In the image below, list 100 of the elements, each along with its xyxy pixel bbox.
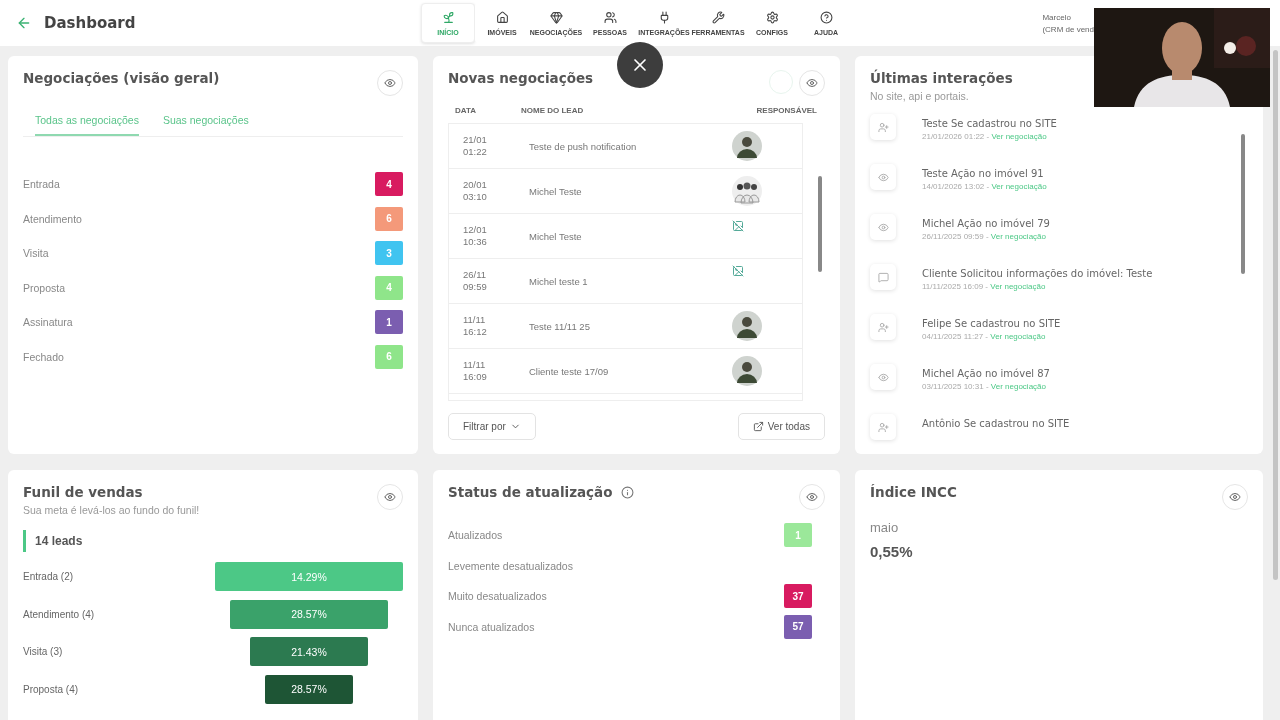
funnel-label: Visita (3) <box>23 646 63 658</box>
interaction-title: Teste Se cadastrou no SITE <box>922 118 1057 129</box>
count-badge: 4 <box>375 275 403 300</box>
interaction-title: Antônio Se cadastrou no SITE <box>922 418 1070 429</box>
card-title: Funil de vendas <box>23 484 144 500</box>
funnel-bar: 28.57% <box>265 674 353 704</box>
interaction-date: 14/01/2026 13:02 <box>922 182 985 191</box>
tools-icon <box>711 10 725 24</box>
interaction-date: 04/11/2025 11:27 <box>922 332 984 341</box>
incc-value: 0,55% <box>870 543 914 560</box>
broken-image-icon <box>732 220 744 232</box>
status-label: Muito desatualizados <box>448 590 547 603</box>
stage-label: Atendimento <box>23 212 82 225</box>
incc-month: maio <box>870 520 900 535</box>
status-label: Levemente desatualizados <box>448 559 573 572</box>
column-header: RESPONSÁVEL <box>755 106 817 115</box>
eye-icon <box>384 491 396 503</box>
lead-name-cell-text: Michel Teste <box>529 230 583 242</box>
visibility-button[interactable] <box>377 70 403 96</box>
visibility-button[interactable] <box>1222 484 1248 510</box>
separator: - <box>985 232 989 241</box>
visibility-button[interactable] <box>799 70 825 96</box>
eye-icon <box>384 77 396 89</box>
info-icon[interactable] <box>620 485 634 499</box>
settings-icon <box>765 10 779 24</box>
date-cell-text: 11/11 16:12 <box>463 314 488 338</box>
separator: - <box>985 332 988 341</box>
card-title: Índice INCC <box>870 484 957 500</box>
avatar-icon <box>732 131 762 161</box>
interaction-date: 26/11/2025 09:59 <box>922 232 984 241</box>
interaction-title: Michel Ação no imóvel 87 <box>922 368 1050 379</box>
avatar-icon <box>732 311 762 341</box>
eye-icon <box>1229 491 1241 503</box>
stage-label: Entrada <box>23 178 60 191</box>
stage-label: Fechado <box>23 350 64 363</box>
stage-label: Visita <box>23 247 49 260</box>
interaction-title: Felipe Se cadastrou no SITE <box>922 318 1061 329</box>
scrollbar[interactable] <box>1241 134 1245 274</box>
interaction-title: Teste Ação no imóvel 91 <box>922 168 1045 179</box>
funnel-bar: 21.43% <box>250 637 368 667</box>
scrollbar[interactable] <box>818 176 822 272</box>
card-title: Status de atualização <box>448 484 613 500</box>
interaction-date: 03/11/2025 10:31 <box>922 382 984 391</box>
count-badge: 1 <box>375 310 403 335</box>
count-badge: 6 <box>375 344 403 369</box>
status-label: Nunca atualizados <box>448 620 535 633</box>
count-badge: 37 <box>784 584 812 609</box>
lead-name-cell-text: Cliente teste 17/09 <box>529 365 610 377</box>
eye-icon <box>806 77 818 89</box>
date-cell-text: 12/01 10:36 <box>463 224 488 248</box>
house-icon <box>495 10 509 24</box>
separator: - <box>986 132 990 141</box>
date-cell-text: 20/01 03:10 <box>463 179 488 203</box>
external-link-icon <box>752 421 764 432</box>
separator: - <box>986 182 990 191</box>
people-icon <box>603 10 617 24</box>
card-subtitle: No site, api e portais. <box>870 90 970 102</box>
count-badge: 3 <box>375 241 403 266</box>
funnel-bar: 14.29% <box>215 562 403 592</box>
help-icon <box>819 10 833 24</box>
back-button[interactable]: Dashboard <box>16 14 416 32</box>
date-cell-text: 21/01 01:22 <box>463 134 488 158</box>
user-name: Marcelo <box>1042 12 1072 22</box>
lead-name-cell-text: Teste de push notification <box>529 140 638 152</box>
status-label: Atualizados <box>448 529 503 542</box>
filter-button[interactable]: Filtrar por <box>448 413 536 440</box>
separator: - <box>985 282 988 291</box>
funnel-label: Atendimento (4) <box>23 608 95 620</box>
stage-label: Assinatura <box>23 316 73 329</box>
view-all-button[interactable]: Ver todas <box>737 413 825 440</box>
visibility-button[interactable] <box>377 484 403 510</box>
card-title: Novas negociações <box>448 70 594 86</box>
card-subtitle: Sua meta é levá-los ao fundo do funil! <box>23 504 200 516</box>
count-badge: 4 <box>375 172 403 197</box>
lead-name-cell-text: Michel teste 1 <box>529 275 589 287</box>
date-cell-text: 11/11 16:09 <box>463 359 488 383</box>
funnel-bar: 28.57% <box>230 599 388 629</box>
card-title: Negociações (visão geral) <box>23 70 220 86</box>
interaction-title: Michel Ação no imóvel 79 <box>922 218 1050 229</box>
page-scrollbar[interactable] <box>1273 50 1278 580</box>
sprout-icon <box>441 10 455 24</box>
funnel-label: Proposta (4) <box>23 683 79 695</box>
card-title: Últimas interações <box>870 70 1014 86</box>
stage-label: Proposta <box>23 281 66 294</box>
column-header: NOME DO LEAD <box>521 106 585 115</box>
interaction-date: 11/11/2025 16:09 <box>922 282 984 291</box>
eye-icon <box>806 491 818 503</box>
group-avatar-icon <box>732 176 762 206</box>
separator: - <box>985 382 989 391</box>
leads-total: 14 leads <box>23 530 403 552</box>
count-badge: 1 <box>784 523 812 548</box>
count-badge: 6 <box>375 206 403 231</box>
diamond-icon <box>549 10 563 24</box>
user-role: (CRM de vend <box>1042 24 1094 34</box>
visibility-button[interactable] <box>799 484 825 510</box>
avatar-icon <box>732 356 762 386</box>
lead-name-cell-text: Teste 11/11 25 <box>529 320 591 332</box>
lead-name-cell-text: Michel Teste <box>529 185 583 197</box>
interaction-title: Cliente Solicitou informações do imóvel: Teste <box>922 268 1153 279</box>
interaction-date: 21/01/2026 01:22 <box>922 132 985 141</box>
